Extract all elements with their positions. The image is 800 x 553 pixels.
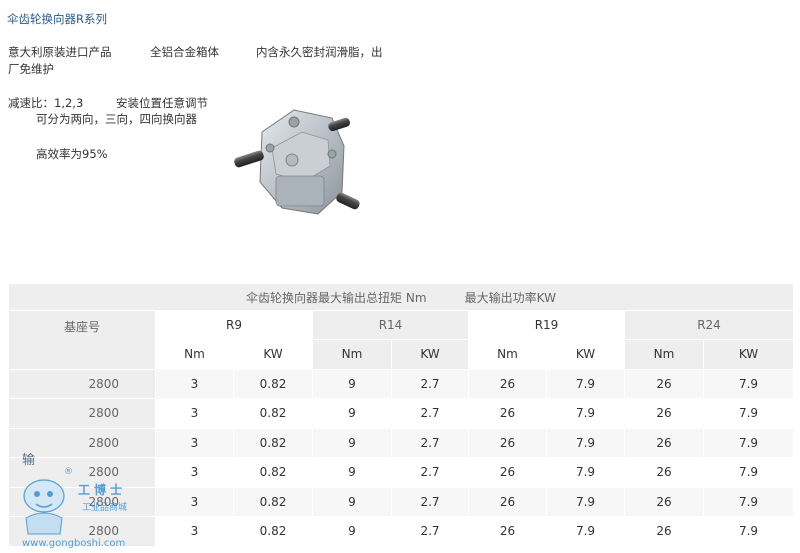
value-cell: 7.9 bbox=[546, 457, 625, 488]
value-cell: 7.9 bbox=[702, 457, 795, 488]
value-cell: 7.9 bbox=[702, 516, 795, 547]
value-cell: 2.7 bbox=[391, 457, 469, 488]
value-cell: 2.7 bbox=[391, 368, 469, 399]
watermark-url: www.gongboshi.com bbox=[22, 538, 125, 548]
value-cell: 0.82 bbox=[233, 427, 313, 458]
value-cell: 7.9 bbox=[702, 398, 795, 429]
value-cell: 0.82 bbox=[233, 457, 313, 488]
feature-housing: 全铝合金箱体 bbox=[150, 45, 219, 59]
value-cell: 7.9 bbox=[546, 368, 625, 399]
model-header-r19: R19 bbox=[468, 310, 625, 340]
value-cell: 3 bbox=[155, 457, 234, 488]
base-label-header: 基座号 bbox=[8, 310, 156, 370]
value-cell: 7.9 bbox=[702, 486, 795, 517]
gearbox-product-image bbox=[234, 109, 360, 215]
unit-header: Nm bbox=[624, 339, 704, 370]
value-cell: 3 bbox=[155, 398, 234, 429]
feature-maintenance: 厂免维护 bbox=[8, 62, 54, 76]
value-cell: 26 bbox=[624, 486, 704, 517]
value-cell: 0.82 bbox=[233, 398, 313, 429]
value-cell: 3 bbox=[155, 486, 234, 517]
value-cell: 3 bbox=[155, 516, 234, 547]
unit-header: Nm bbox=[312, 339, 392, 370]
watermark-brand: 工博士 bbox=[78, 482, 126, 497]
value-cell: 26 bbox=[468, 368, 547, 399]
value-cell: 7.9 bbox=[702, 427, 795, 458]
value-cell: 26 bbox=[624, 398, 704, 429]
page-title: 伞齿轮换向器R系列 bbox=[7, 12, 107, 26]
value-cell: 7.9 bbox=[546, 398, 625, 429]
unit-header: KW bbox=[233, 339, 313, 370]
value-cell: 26 bbox=[624, 427, 704, 458]
value-cell: 7.9 bbox=[702, 368, 795, 399]
unit-header: KW bbox=[702, 339, 795, 370]
feature-efficiency: 高效率为95% bbox=[36, 147, 108, 161]
value-cell: 26 bbox=[624, 516, 704, 547]
value-cell: 9 bbox=[312, 368, 392, 399]
model-header-r9: R9 bbox=[155, 310, 313, 340]
feature-lubrication: 内含永久密封润滑脂，出 bbox=[256, 45, 383, 59]
value-cell: 0.82 bbox=[233, 486, 313, 517]
value-cell: 0.82 bbox=[233, 368, 313, 399]
value-cell: 9 bbox=[312, 427, 392, 458]
value-cell: 2.7 bbox=[391, 427, 469, 458]
value-cell: 0.82 bbox=[233, 516, 313, 547]
value-cell: 9 bbox=[312, 486, 392, 517]
feature-mounting: 安装位置任意调节 bbox=[116, 96, 208, 110]
value-cell: 2.7 bbox=[391, 398, 469, 429]
gongboshi-watermark: 输 ® 工博士 工业品商城 www.gongboshi.com bbox=[22, 452, 127, 548]
value-cell: 7.9 bbox=[546, 427, 625, 458]
value-cell: 3 bbox=[155, 427, 234, 458]
watermark-subtitle: 工业品商城 bbox=[82, 501, 127, 513]
model-header-r24: R24 bbox=[623, 310, 795, 340]
value-cell: 26 bbox=[468, 398, 547, 429]
value-cell: 26 bbox=[468, 516, 547, 547]
feature-origin: 意大利原装进口产品 bbox=[8, 45, 112, 59]
value-cell: 9 bbox=[312, 398, 392, 429]
value-cell: 26 bbox=[468, 457, 547, 488]
table-row: 2800 3 0.82 9 2.7 26 7.9 26 7.9 bbox=[8, 368, 795, 399]
feature-ratio: 减速比：1,2,3 bbox=[8, 96, 84, 110]
value-cell: 2.7 bbox=[391, 516, 469, 547]
feature-directions: 可分为两向，三向，四向换向器 bbox=[36, 112, 197, 126]
base-cell: 2800 bbox=[8, 368, 156, 399]
value-cell: 26 bbox=[468, 486, 547, 517]
value-cell: 26 bbox=[468, 427, 547, 458]
unit-header: KW bbox=[391, 339, 469, 370]
model-header-r14: R14 bbox=[312, 310, 469, 340]
value-cell: 26 bbox=[624, 457, 704, 488]
unit-header: KW bbox=[546, 339, 625, 370]
value-cell: 3 bbox=[155, 368, 234, 399]
unit-header: Nm bbox=[155, 339, 234, 370]
value-cell: 9 bbox=[312, 457, 392, 488]
table-row: 2800 3 0.82 9 2.7 26 7.9 26 7.9 bbox=[8, 398, 795, 429]
base-cell: 2800 bbox=[8, 398, 156, 429]
unit-header: Nm bbox=[468, 339, 547, 370]
table-caption: 伞齿轮换向器最大输出总扭矩 Nm 最大输出功率KW bbox=[7, 283, 795, 311]
value-cell: 7.9 bbox=[546, 486, 625, 517]
watermark-side-text: 输 bbox=[22, 452, 35, 468]
value-cell: 26 bbox=[624, 368, 704, 399]
value-cell: 7.9 bbox=[546, 516, 625, 547]
watermark-registered-mark: ® bbox=[64, 467, 73, 477]
value-cell: 2.7 bbox=[391, 486, 469, 517]
value-cell: 9 bbox=[312, 516, 392, 547]
